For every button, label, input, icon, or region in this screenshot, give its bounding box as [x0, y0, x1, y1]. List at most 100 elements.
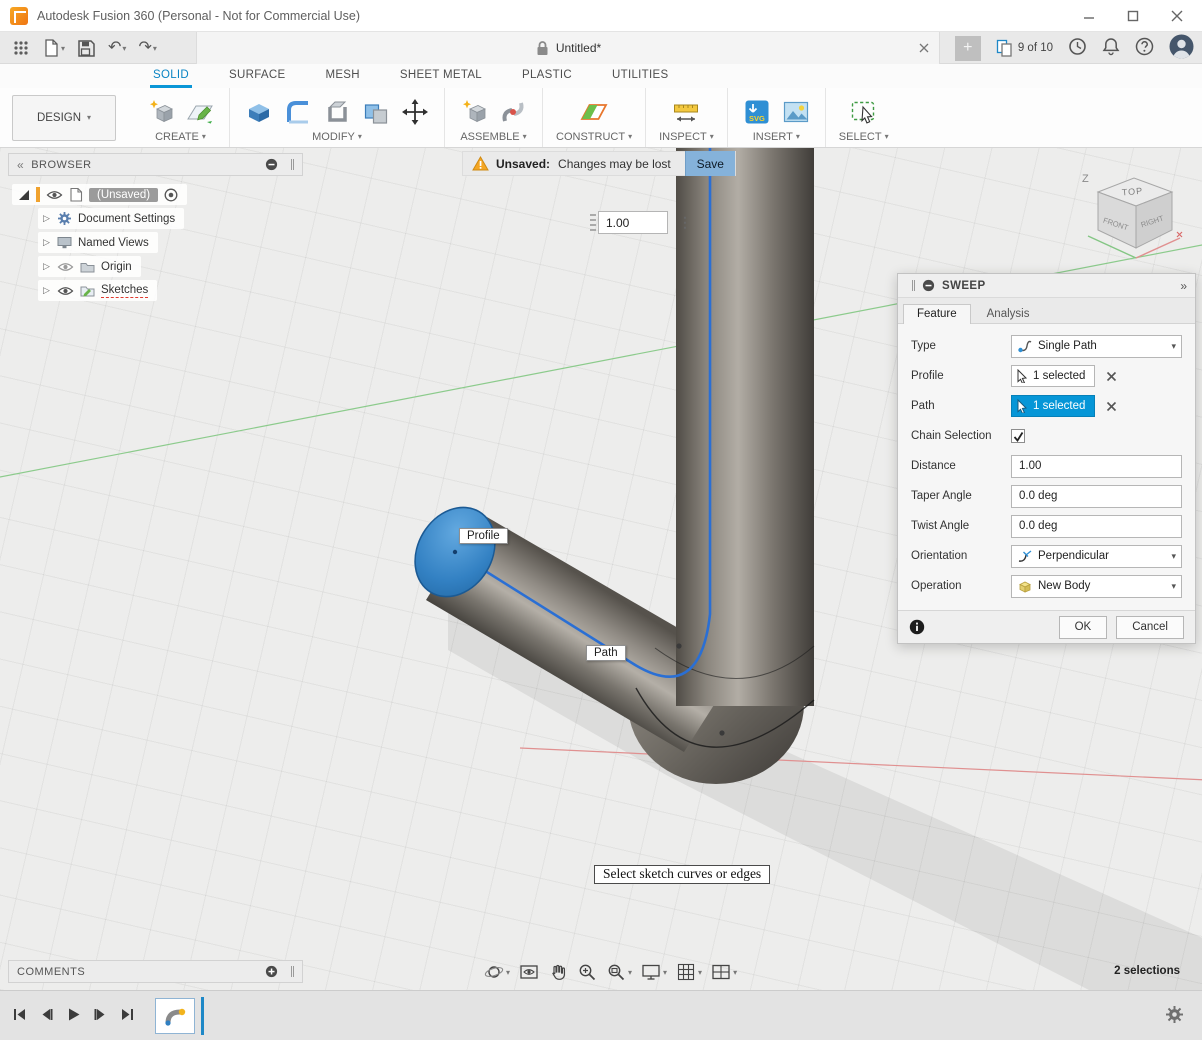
browser-collapse-icon[interactable]: «	[17, 158, 24, 172]
step-back-button[interactable]	[39, 1007, 54, 1025]
operation-dropdown[interactable]: New Body ▾	[1011, 575, 1182, 598]
document-tab[interactable]: Untitled*	[196, 32, 940, 64]
create-group-label[interactable]: CREATE▾	[155, 131, 206, 143]
path-select-button[interactable]: 1 selected	[1011, 395, 1095, 417]
new-document-button[interactable]: +	[955, 36, 981, 61]
timeline-settings-button[interactable]	[1165, 1005, 1184, 1027]
viewcube-top-label[interactable]: TOP	[1121, 186, 1143, 198]
file-menu-button[interactable]: ▾	[38, 35, 69, 61]
app-grid-button[interactable]	[8, 35, 34, 61]
browser-root-row[interactable]: (Unsaved)	[12, 184, 187, 205]
step-forward-button[interactable]	[93, 1007, 108, 1025]
visibility-eye-icon[interactable]	[46, 189, 63, 201]
tab-feature[interactable]: Feature	[903, 304, 971, 324]
assemble-group-label[interactable]: ASSEMBLE▾	[460, 131, 526, 143]
workspace-selector-button[interactable]: DESIGN ▾	[12, 95, 116, 141]
help-button[interactable]	[1135, 37, 1154, 59]
expander-icon[interactable]: ▷	[43, 261, 51, 272]
tab-mesh[interactable]: MESH	[322, 66, 362, 88]
info-icon[interactable]	[909, 619, 925, 635]
save-button[interactable]: Save	[685, 151, 735, 176]
timeline-position-marker[interactable]	[201, 997, 204, 1035]
browser-item-sketches[interactable]: ▷ Sketches	[38, 280, 157, 301]
press-pull-button[interactable]	[243, 96, 275, 128]
pan-button[interactable]	[548, 962, 568, 982]
pipe-vertical-segment[interactable]	[676, 148, 814, 706]
expander-icon[interactable]: ▷	[43, 213, 51, 224]
tab-sheet-metal[interactable]: SHEET METAL	[397, 66, 485, 88]
save-button-qat[interactable]	[73, 35, 100, 61]
collapse-panel-button[interactable]	[265, 158, 278, 171]
taper-angle-input[interactable]	[1011, 485, 1182, 508]
grid-snaps-button[interactable]: ▾	[676, 962, 702, 982]
collapse-dialog-button[interactable]	[922, 279, 935, 292]
document-root-label[interactable]: (Unsaved)	[89, 188, 158, 202]
visibility-off-eye-icon[interactable]	[57, 261, 74, 273]
panel-resize-handle[interactable]	[291, 966, 294, 977]
orientation-dropdown[interactable]: Perpendicular ▾	[1011, 545, 1182, 568]
viewcube[interactable]: Z TOP FRONT RIGHT	[1078, 164, 1188, 264]
maximize-button[interactable]	[1126, 9, 1140, 23]
user-avatar[interactable]	[1169, 34, 1194, 62]
chain-selection-checkbox[interactable]	[1011, 429, 1025, 443]
document-tab-close-button[interactable]	[917, 41, 931, 55]
viewports-button[interactable]: ▾	[711, 962, 737, 982]
dialog-expand-icon[interactable]: »	[1180, 279, 1187, 293]
browser-item-origin[interactable]: ▷ Origin	[38, 256, 141, 277]
construct-plane-button[interactable]	[578, 96, 610, 128]
expander-icon[interactable]: ▷	[43, 237, 51, 248]
profile-select-button[interactable]: 1 selected	[1011, 365, 1095, 387]
distance-input[interactable]	[1011, 455, 1182, 478]
go-to-end-button[interactable]	[120, 1007, 135, 1025]
cancel-button[interactable]: Cancel	[1116, 616, 1184, 639]
panel-resize-handle[interactable]	[291, 159, 294, 170]
select-button[interactable]	[848, 96, 880, 128]
sweep-dialog-header[interactable]: SWEEP »	[898, 274, 1195, 298]
shell-button[interactable]	[321, 96, 353, 128]
fillet-button[interactable]	[282, 96, 314, 128]
create-sketch-button[interactable]	[184, 96, 216, 128]
3d-viewport[interactable]: Unsaved: Changes may be lost Save ⋮ « BR…	[0, 148, 1202, 990]
notifications-button[interactable]	[1102, 37, 1120, 59]
measure-button[interactable]	[670, 96, 702, 128]
drag-handle-icon[interactable]	[590, 214, 596, 232]
new-component-button[interactable]	[145, 96, 177, 128]
profile-clear-button[interactable]	[1106, 371, 1117, 382]
insert-canvas-button[interactable]	[780, 96, 812, 128]
distance-inline-input[interactable]	[598, 211, 668, 234]
tab-plastic[interactable]: PLASTIC	[519, 66, 575, 88]
tab-surface[interactable]: SURFACE	[226, 66, 288, 88]
comments-header[interactable]: COMMENTS	[8, 960, 303, 983]
timeline-sweep-feature[interactable]	[155, 998, 195, 1034]
play-button[interactable]	[66, 1007, 81, 1025]
type-dropdown[interactable]: Single Path ▾	[1011, 335, 1182, 358]
dialog-drag-handle[interactable]	[912, 280, 915, 291]
fit-button[interactable]: ▾	[606, 962, 632, 982]
expand-comments-button[interactable]	[265, 965, 278, 978]
tab-solid[interactable]: SOLID	[150, 66, 192, 88]
look-at-button[interactable]	[519, 962, 539, 982]
minimize-button[interactable]	[1082, 9, 1096, 23]
move-copy-button[interactable]	[399, 96, 431, 128]
visibility-eye-icon[interactable]	[57, 285, 74, 297]
activate-radio-icon[interactable]	[164, 188, 178, 202]
modify-group-label[interactable]: MODIFY▾	[312, 131, 362, 143]
inspect-group-label[interactable]: INSPECT▾	[659, 131, 714, 143]
path-clear-button[interactable]	[1106, 401, 1117, 412]
insert-svg-button[interactable]: SVG	[741, 96, 773, 128]
browser-item-named-views[interactable]: ▷ Named Views	[38, 232, 158, 253]
display-settings-button[interactable]: ▾	[641, 962, 667, 982]
undo-button[interactable]: ↶ ▾	[104, 35, 130, 61]
combine-button[interactable]	[360, 96, 392, 128]
zoom-button[interactable]	[577, 962, 597, 982]
construct-group-label[interactable]: CONSTRUCT▾	[556, 131, 632, 143]
joint-button[interactable]	[497, 96, 529, 128]
tab-analysis[interactable]: Analysis	[973, 304, 1044, 324]
select-group-label[interactable]: SELECT▾	[839, 131, 889, 143]
expander-icon[interactable]: ▷	[43, 285, 51, 296]
insert-group-label[interactable]: INSERT▾	[753, 131, 800, 143]
profile-center-point[interactable]	[453, 550, 457, 554]
ok-button[interactable]: OK	[1059, 616, 1108, 639]
orbit-button[interactable]: ▾	[484, 962, 510, 982]
assemble-new-component-button[interactable]	[458, 96, 490, 128]
